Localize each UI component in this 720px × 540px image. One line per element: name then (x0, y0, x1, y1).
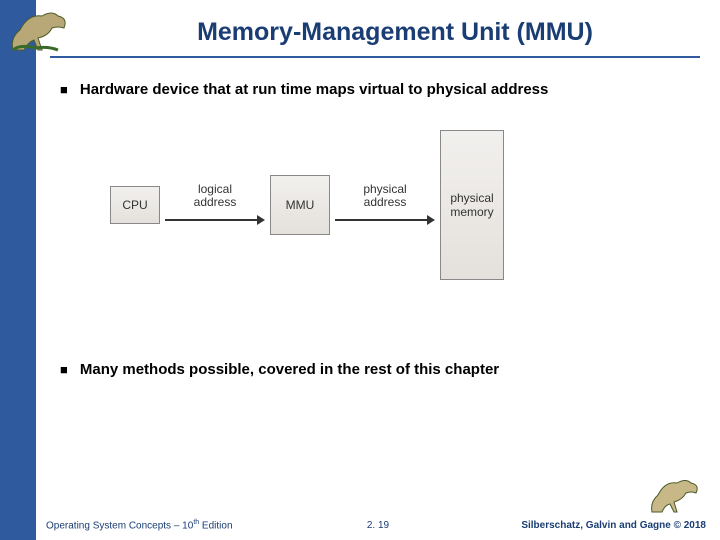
arrow-label: logical address (194, 183, 237, 209)
diagram-mmu-box: MMU (270, 175, 330, 235)
arrow-icon (335, 213, 435, 227)
diagram-memory-box: physical memory (440, 130, 504, 280)
footer-copyright: Silberschatz, Galvin and Gagne © 2018 (521, 520, 706, 531)
arrow-label: physical address (363, 183, 406, 209)
memory-label-line2: memory (450, 205, 493, 219)
bullet-text: Hardware device that at run time maps vi… (80, 80, 549, 100)
left-sidebar (0, 0, 36, 540)
arrow-icon (165, 213, 265, 227)
dinosaur-icon (648, 476, 708, 516)
diagram-arrow-logical: logical address (160, 183, 270, 227)
slide-content: ■ Hardware device that at run time maps … (60, 80, 696, 490)
bullet-item: ■ Many methods possible, covered in the … (60, 360, 696, 380)
footer-book-suffix: Edition (199, 520, 232, 531)
footer-page-number: 2. 19 (367, 520, 389, 531)
memory-label-line1: physical (450, 191, 493, 205)
slide-footer: Operating System Concepts – 10th Edition… (36, 516, 720, 534)
bullet-marker: ■ (60, 80, 68, 100)
bullet-item: ■ Hardware device that at run time maps … (60, 80, 696, 100)
bullet-text: Many methods possible, covered in the re… (80, 360, 499, 380)
footer-book-prefix: Operating System Concepts – 10 (46, 520, 193, 531)
bullet-marker: ■ (60, 360, 68, 380)
slide-title: Memory-Management Unit (MMU) (90, 18, 700, 47)
diagram-cpu-box: CPU (110, 186, 160, 224)
mmu-diagram: CPU logical address MMU physical address… (110, 130, 696, 280)
diagram-arrow-physical: physical address (330, 183, 440, 227)
title-underline (50, 56, 700, 58)
dinosaur-icon (8, 8, 78, 54)
footer-left: Operating System Concepts – 10th Edition (46, 519, 233, 531)
